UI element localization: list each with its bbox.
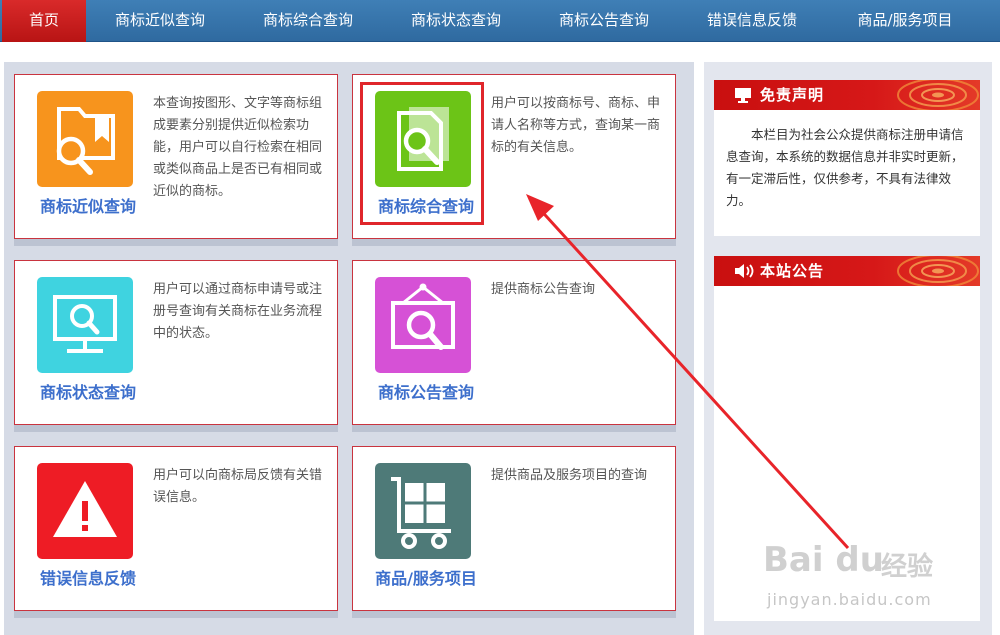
sidebar: 免责声明 本栏目为社会公众提供商标注册申请信息查询，本系统的数据信息并非实时更新… (704, 62, 992, 635)
card-description: 本查询按图形、文字等商标组成要素分别提供近似检索功能，用户可以自行检索在相同或类… (153, 96, 323, 199)
card-description: 用户可以向商标局反馈有关错误信息。 (153, 468, 323, 505)
nav-item-home[interactable]: 首页 (2, 0, 86, 42)
card-error-feedback[interactable]: 错误信息反馈 用户可以向商标局反馈有关错误信息。 (14, 446, 338, 611)
folder-search-icon (37, 91, 133, 187)
monitor-search-icon (37, 277, 133, 373)
card-title[interactable]: 商品/服务项目 (367, 565, 485, 589)
card-description: 用户可以按商标号、商标、申请人名称等方式，查询某一商标的有关信息。 (491, 96, 661, 155)
card-goods-services[interactable]: 商品/服务项目 提供商品及服务项目的查询 (352, 446, 676, 611)
notice-title: 本站公告 (760, 262, 825, 280)
monitor-icon (735, 88, 751, 103)
nav-item-comprehensive-search[interactable]: 商标综合查询 (240, 0, 376, 42)
card-similar-search[interactable]: 商标近似查询 本查询按图形、文字等商标组成要素分别提供近似检索功能，用户可以自行… (14, 74, 338, 239)
card-announcement-search[interactable]: 商标公告查询 提供商标公告查询 (352, 260, 676, 425)
warning-icon (37, 463, 133, 559)
nav-item-status-search[interactable]: 商标状态查询 (388, 0, 524, 42)
top-nav: 首页 商标近似查询 商标综合查询 商标状态查询 商标公告查询 错误信息反馈 商品… (0, 0, 1000, 42)
disclaimer-text: 本栏目为社会公众提供商标注册申请信息查询，本系统的数据信息并非实时更新，有一定滞… (726, 127, 964, 208)
nav-item-similar-search[interactable]: 商标近似查询 (92, 0, 228, 42)
card-title[interactable]: 商标状态查询 (29, 379, 147, 403)
disclaimer-title: 免责声明 (760, 86, 825, 104)
card-description: 用户可以通过商标申请号或注册号查询有关商标在业务流程中的状态。 (153, 282, 323, 341)
notice-header: 本站公告 (714, 256, 980, 286)
notice-box: 本站公告 (714, 256, 980, 621)
card-title[interactable]: 商标公告查询 (367, 379, 485, 403)
nav-item-announcement-search[interactable]: 商标公告查询 (536, 0, 672, 42)
card-title[interactable]: 商标近似查询 (29, 193, 147, 217)
card-comprehensive-search[interactable]: 商标综合查询 用户可以按商标号、商标、申请人名称等方式，查询某一商标的有关信息。 (352, 74, 676, 239)
swirl-decoration (897, 256, 979, 286)
frame-search-icon (375, 277, 471, 373)
card-description: 提供商标公告查询 (491, 282, 596, 297)
cart-icon (375, 463, 471, 559)
card-title[interactable]: 商标综合查询 (367, 193, 485, 217)
card-description: 提供商品及服务项目的查询 (491, 468, 648, 483)
swirl-decoration (897, 80, 979, 110)
card-title[interactable]: 错误信息反馈 (29, 565, 147, 589)
disclaimer-header: 免责声明 (714, 80, 980, 110)
nav-item-goods-services[interactable]: 商品/服务项目 (832, 0, 978, 42)
card-status-search[interactable]: 商标状态查询 用户可以通过商标申请号或注册号查询有关商标在业务流程中的状态。 (14, 260, 338, 425)
nav-item-error-feedback[interactable]: 错误信息反馈 (684, 0, 820, 42)
main-panel: 商标近似查询 本查询按图形、文字等商标组成要素分别提供近似检索功能，用户可以自行… (4, 62, 694, 635)
disclaimer-box: 免责声明 本栏目为社会公众提供商标注册申请信息查询，本系统的数据信息并非实时更新… (714, 80, 980, 236)
speaker-icon (735, 264, 754, 278)
